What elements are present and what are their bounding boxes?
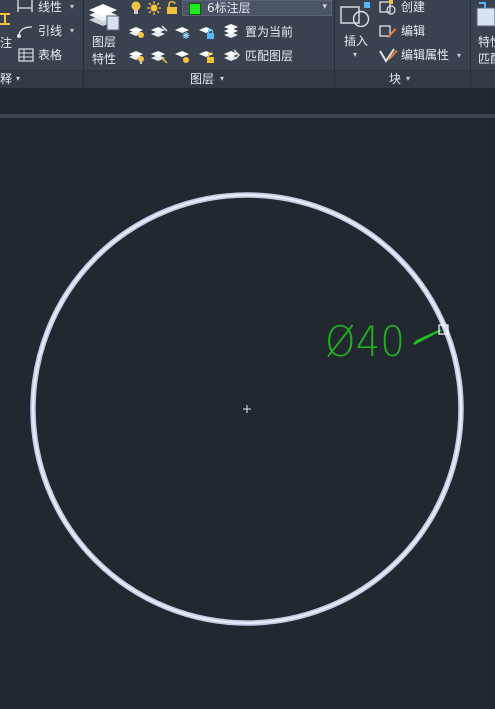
layers-panel-dropdown-icon[interactable]: ▾ (220, 74, 224, 83)
layer-dropdown[interactable]: 6标注层 ▾ (182, 0, 332, 16)
block-panel-label[interactable]: 块 (389, 71, 401, 87)
layer-thaw-sun-icon[interactable] (147, 1, 161, 15)
diameter-dimension-text[interactable]: Ø40 (325, 317, 405, 366)
linear-dimension-dropdown-icon[interactable]: ▾ (70, 2, 74, 11)
layer-off-icon[interactable] (128, 24, 146, 40)
annotation-left-icon[interactable] (0, 10, 12, 28)
edit-attributes-icon[interactable] (378, 47, 398, 63)
match-properties-icon[interactable] (475, 2, 495, 30)
ribbon-gap (0, 88, 495, 114)
layer-color-swatch (189, 3, 201, 15)
annotation-panel-dropdown-icon[interactable]: ▾ (16, 74, 20, 83)
ribbon-panel-label-bar: 释 ▾ 图层 ▾ 块 ▾ (0, 70, 495, 89)
layer-freeze-icon[interactable] (174, 24, 192, 40)
leader-dropdown-icon[interactable]: ▾ (70, 26, 74, 35)
ribbon: 注 线性 ▾ 引线 ▾ 表格 图层 特性 6标注层 ▾ 置为当前 匹配图层 插入… (0, 0, 495, 89)
table-label[interactable]: 表格 (38, 48, 62, 62)
linear-dimension-label[interactable]: 线性 (38, 0, 62, 14)
leader-icon[interactable] (16, 23, 34, 39)
table-icon[interactable] (18, 48, 34, 62)
layer-thaw-icon[interactable] (174, 48, 192, 64)
edit-block-label[interactable]: 编辑 (401, 24, 425, 38)
create-block-icon[interactable] (379, 0, 397, 16)
edit-attributes-label[interactable]: 编辑属性 (401, 48, 449, 62)
set-current-icon[interactable] (223, 24, 241, 40)
layer-properties-label-2[interactable]: 特性 (92, 51, 116, 67)
annotation-panel-label[interactable]: 释 (0, 71, 12, 87)
set-current-label[interactable]: 置为当前 (245, 25, 293, 39)
layer-isolate-icon[interactable] (150, 24, 168, 40)
annotation-left-fragment: 注 (0, 36, 13, 50)
edit-attributes-dropdown-icon[interactable]: ▾ (457, 51, 461, 60)
layers-panel-label[interactable]: 图层 (190, 71, 214, 87)
leader-label[interactable]: 引线 (38, 24, 62, 38)
insert-block-icon[interactable] (340, 2, 370, 30)
layer-lock-icon[interactable] (198, 24, 216, 40)
layer-properties-icon[interactable] (87, 2, 121, 32)
panel-label-separator (334, 71, 335, 89)
edit-block-icon[interactable] (379, 23, 397, 39)
properties-label-1[interactable]: 特性 (478, 34, 495, 50)
linear-dimension-icon[interactable] (16, 0, 34, 14)
match-layer-icon[interactable] (223, 48, 241, 64)
match-layer-label[interactable]: 匹配图层 (245, 49, 293, 63)
block-panel-dropdown-icon[interactable]: ▾ (406, 74, 410, 83)
insert-label[interactable]: 插入 (344, 33, 368, 49)
create-block-label[interactable]: 创建 (401, 0, 425, 14)
panel-label-separator (83, 71, 84, 89)
insert-dropdown-icon[interactable]: ▾ (353, 50, 357, 59)
layer-properties-label-1[interactable]: 图层 (92, 34, 116, 50)
layer-unisolate-icon[interactable] (150, 48, 168, 64)
layer-unlock-tool-icon[interactable] (198, 48, 216, 64)
layer-on-bulb-icon[interactable] (129, 1, 143, 15)
panel-label-separator (470, 71, 471, 89)
current-layer-name: 6标注层 (207, 1, 251, 15)
layer-dropdown-arrow-icon: ▾ (322, 2, 327, 12)
layer-unlock-icon[interactable] (166, 1, 178, 15)
layer-on-icon[interactable] (128, 48, 146, 64)
properties-label-2[interactable]: 匹配 (478, 51, 495, 67)
drawing-canvas[interactable]: Ø40 (0, 118, 495, 709)
